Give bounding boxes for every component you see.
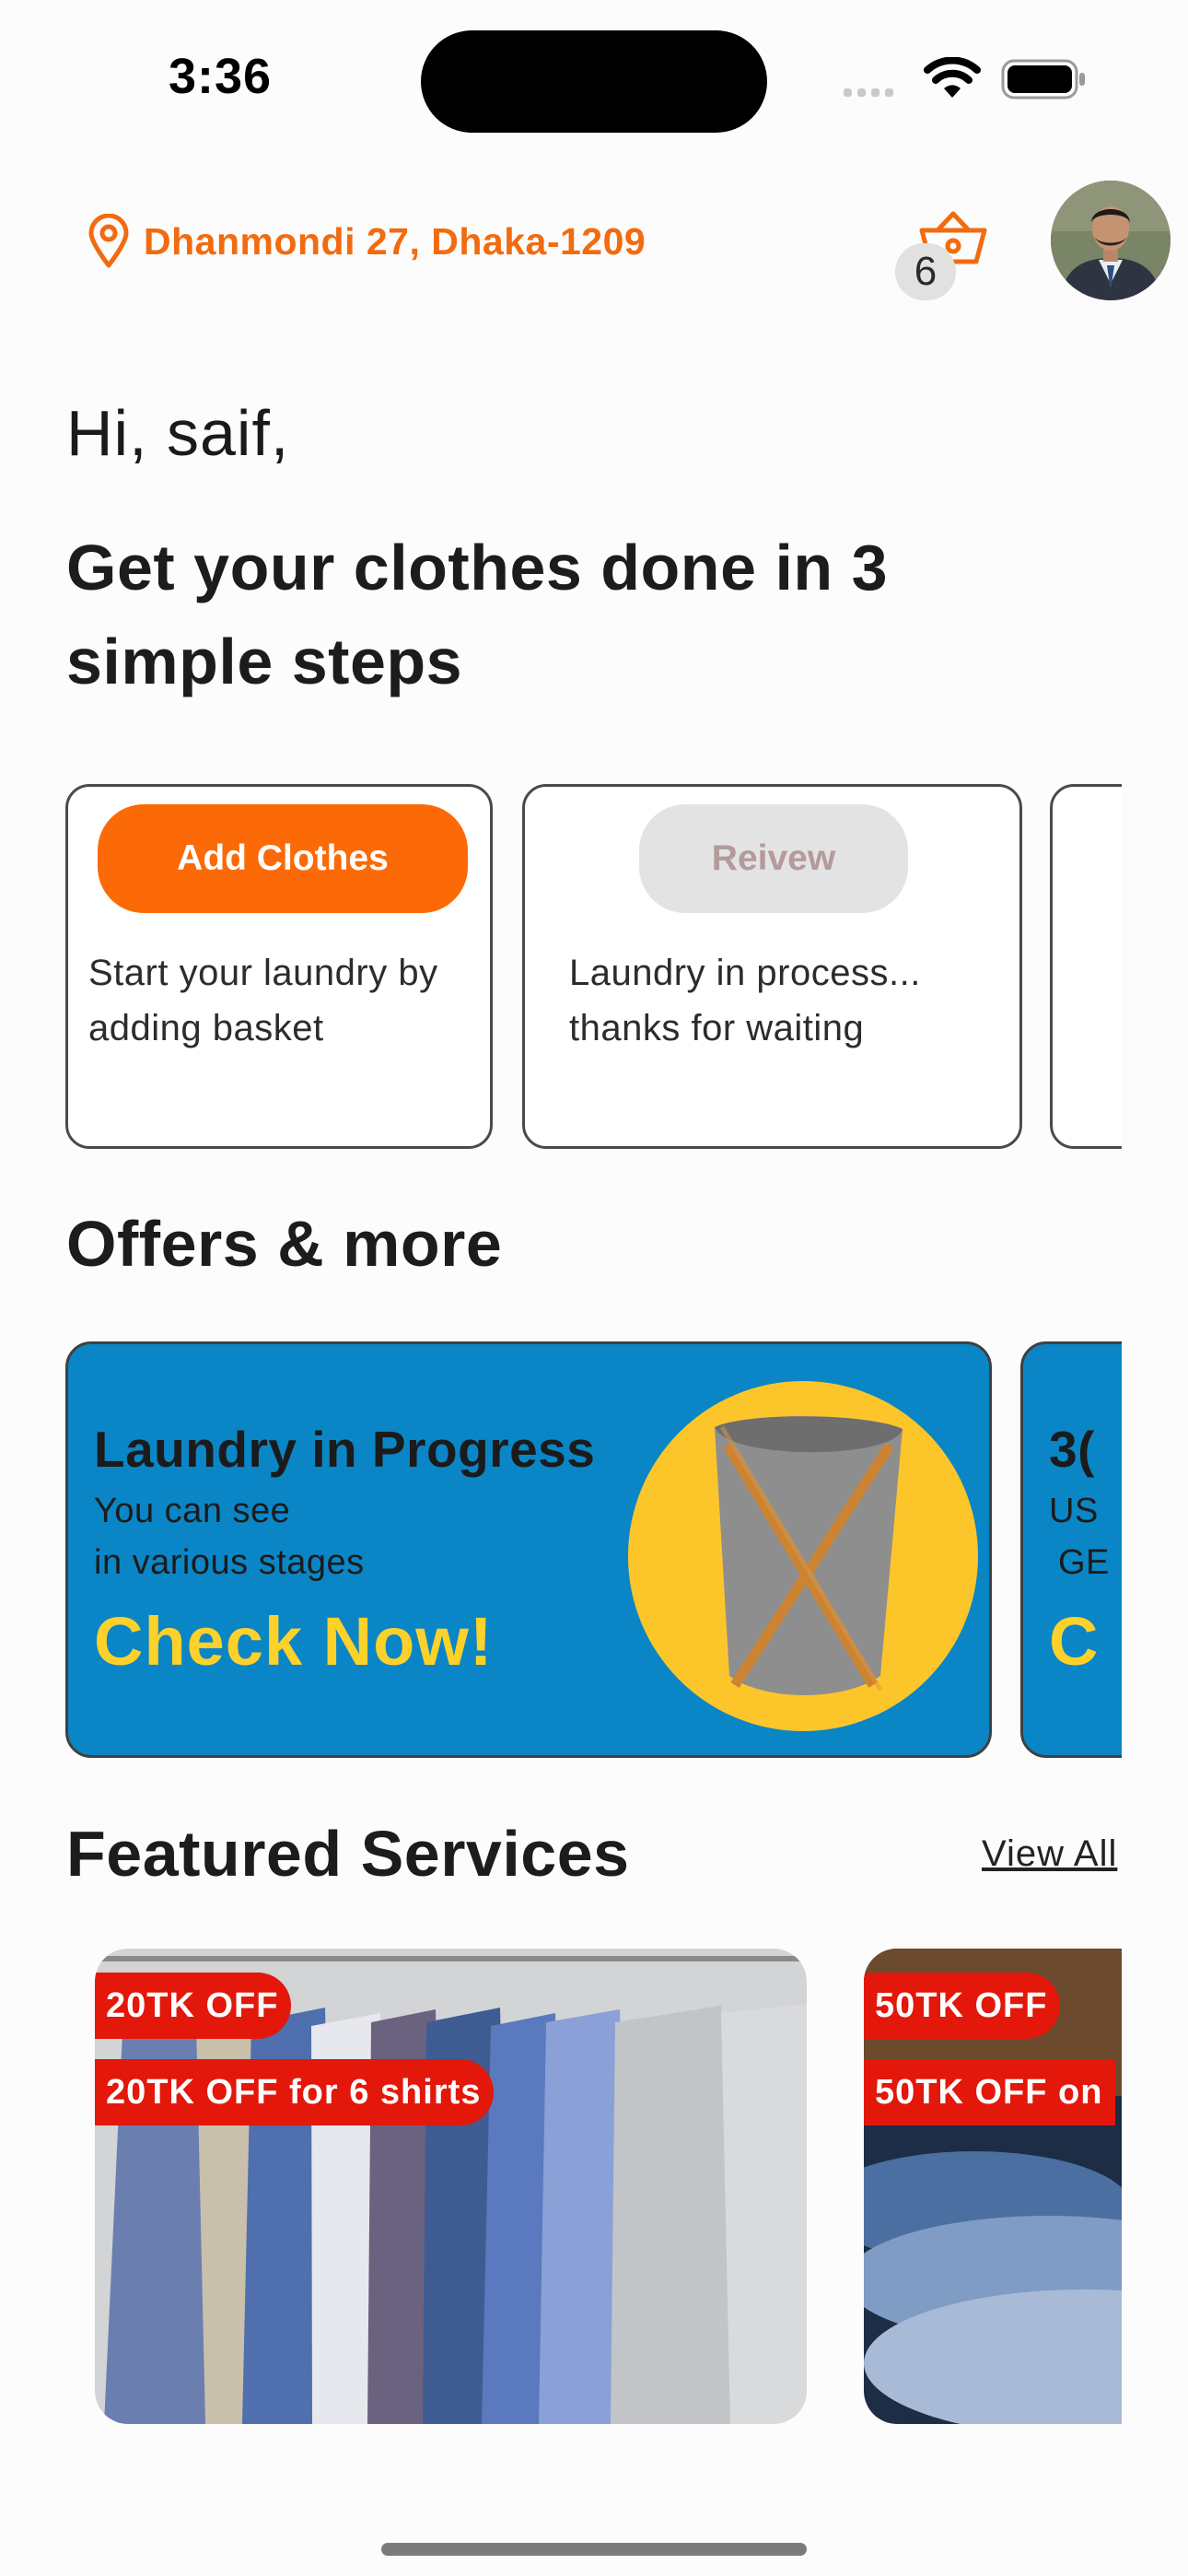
offer-card-partial[interactable]: 3( US GE C [1020, 1341, 1122, 1758]
laundry-basket-image [628, 1381, 978, 1731]
status-time: 3:36 [169, 49, 273, 104]
cart-count-badge: 6 [895, 243, 956, 300]
offer-carousel-clip: 3( US GE C [1020, 1341, 1122, 1758]
featured-section-title: Featured Services [66, 1818, 630, 1890]
avatar-image [1051, 181, 1171, 300]
offer-subtitle-2: in various stages [94, 1543, 365, 1582]
offer-title: Laundry in Progress [94, 1421, 596, 1478]
offer-subtitle: US [1049, 1492, 1099, 1530]
step-card-review[interactable]: Reivew Laundry in process... thanks for … [522, 784, 1022, 1149]
home-indicator[interactable] [381, 2543, 807, 2556]
signal-icon [844, 85, 899, 101]
offers-section-title: Offers & more [66, 1208, 503, 1280]
offer-cta[interactable]: C [1049, 1602, 1099, 1680]
service-card-shirts[interactable]: 20TK OFF 20TK OFF for 6 shirts [95, 1949, 807, 2424]
offer-label: 20TK OFF for 6 shirts [95, 2059, 495, 2125]
location-selector[interactable]: Dhanmondi 27, Dhaka-1209 [87, 214, 646, 269]
offer-title: 3( [1049, 1421, 1095, 1478]
service-carousel-clip: 50TK OFF 50TK OFF on [864, 1949, 1122, 2424]
step-description: Start your laundry by adding basket [88, 953, 438, 1048]
discount-tag: 20TK OFF [95, 1973, 292, 2039]
offer-label: 50TK OFF on [864, 2059, 1116, 2125]
page-title: Get your clothes done in 3 simple steps [66, 532, 889, 697]
wifi-icon [924, 57, 981, 98]
location-label: Dhanmondi 27, Dhaka-1209 [144, 219, 646, 263]
offer-card-laundry-progress[interactable]: Laundry in Progress You can see in vario… [65, 1341, 992, 1758]
step-card-partial[interactable] [1050, 784, 1122, 1149]
battery-icon [1001, 59, 1085, 100]
discount-tag: 50TK OFF [864, 1973, 1061, 2039]
service-card-partial[interactable]: 50TK OFF 50TK OFF on [864, 1949, 1122, 2424]
offer-subtitle-2: GE [1058, 1543, 1110, 1582]
step-carousel-clip [1050, 784, 1122, 1149]
review-button[interactable]: Reivew [639, 804, 908, 913]
avatar[interactable] [1051, 181, 1171, 300]
check-now-link[interactable]: Check Now! [94, 1602, 494, 1680]
add-clothes-button[interactable]: Add Clothes [98, 804, 468, 913]
greeting: Hi, saif, [66, 397, 290, 469]
location-pin-icon [88, 214, 129, 268]
offer-subtitle: You can see [94, 1492, 291, 1530]
dynamic-island [421, 30, 767, 133]
view-all-link[interactable]: View All [982, 1833, 1117, 1875]
step-card-add-clothes[interactable]: Add Clothes Start your laundry by adding… [65, 784, 493, 1149]
step-description: Laundry in process... thanks for waiting [569, 953, 921, 1048]
